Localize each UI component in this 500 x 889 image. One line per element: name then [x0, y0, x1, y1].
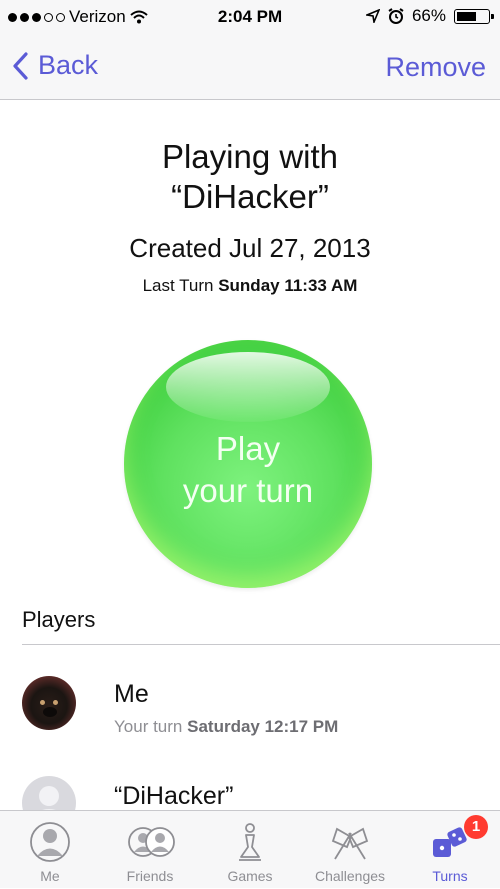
tab-label: Challenges [314, 868, 386, 884]
tab-label: Turns [432, 868, 468, 884]
created-date: Created Jul 27, 2013 [129, 233, 371, 263]
player-turn-time: Saturday 12:17 PM [187, 717, 339, 736]
status-bar: Verizon 2:04 PM 66% [0, 0, 500, 34]
last-turn: Last Turn Sunday 11:33 AM [0, 276, 500, 296]
me-icon [30, 822, 70, 862]
last-turn-label: Last Turn [142, 276, 214, 295]
play-your-turn-button[interactable]: Play your turn [124, 340, 372, 588]
game-title: Playing with “DiHacker” [0, 137, 500, 217]
chevron-left-icon [13, 51, 28, 80]
player-turn-info: Your turn Saturday 12:17 PM [114, 717, 338, 737]
alarm-icon [388, 8, 404, 24]
tab-label: Games [227, 868, 273, 884]
friends-icon [128, 827, 175, 857]
player-row-me[interactable]: Me Your turn Saturday 12:17 PM [0, 660, 500, 750]
player-row-opponent[interactable]: “DiHacker” [0, 760, 500, 810]
title-line-2: “DiHacker” [171, 178, 329, 215]
location-icon [365, 9, 380, 23]
player-turn-label: Your turn [114, 717, 183, 736]
tab-me[interactable]: Me [0, 811, 100, 889]
tab-games[interactable]: Games [200, 811, 300, 889]
players-section-header: Players [22, 607, 96, 632]
player-name: Me [114, 680, 149, 708]
play-button-label: Play your turn [124, 428, 372, 512]
games-icon [239, 823, 261, 861]
tab-friends[interactable]: Friends [100, 811, 200, 889]
play-label-line-1: Play [215, 430, 281, 467]
player-name: “DiHacker” [114, 782, 234, 810]
battery-icon [454, 8, 494, 24]
tab-challenges[interactable]: Challenges [300, 811, 400, 889]
tab-turns[interactable]: 1 Turns [400, 811, 500, 889]
tab-label: Friends [126, 868, 174, 884]
tab-bar: Me Friends Games Challenges 1 Turns [0, 810, 500, 888]
tab-label: Me [40, 868, 60, 884]
remove-button[interactable]: Remove [385, 52, 486, 83]
generic-person-icon [22, 776, 76, 810]
battery-percent: 66% [411, 6, 446, 25]
status-right-group: 66% [365, 6, 494, 26]
play-label-line-2: your turn [182, 472, 314, 509]
back-label: Back [38, 50, 99, 80]
avatar [22, 676, 76, 730]
battery-fill [457, 11, 476, 21]
back-button[interactable]: Back [12, 50, 98, 81]
button-gloss [166, 352, 330, 422]
last-turn-value: Sunday 11:33 AM [218, 276, 358, 295]
title-line-1: Playing with [161, 138, 339, 175]
navigation-bar: Back Remove [0, 34, 500, 100]
divider [22, 644, 500, 645]
notification-badge: 1 [464, 815, 488, 839]
challenges-icon [331, 827, 369, 860]
